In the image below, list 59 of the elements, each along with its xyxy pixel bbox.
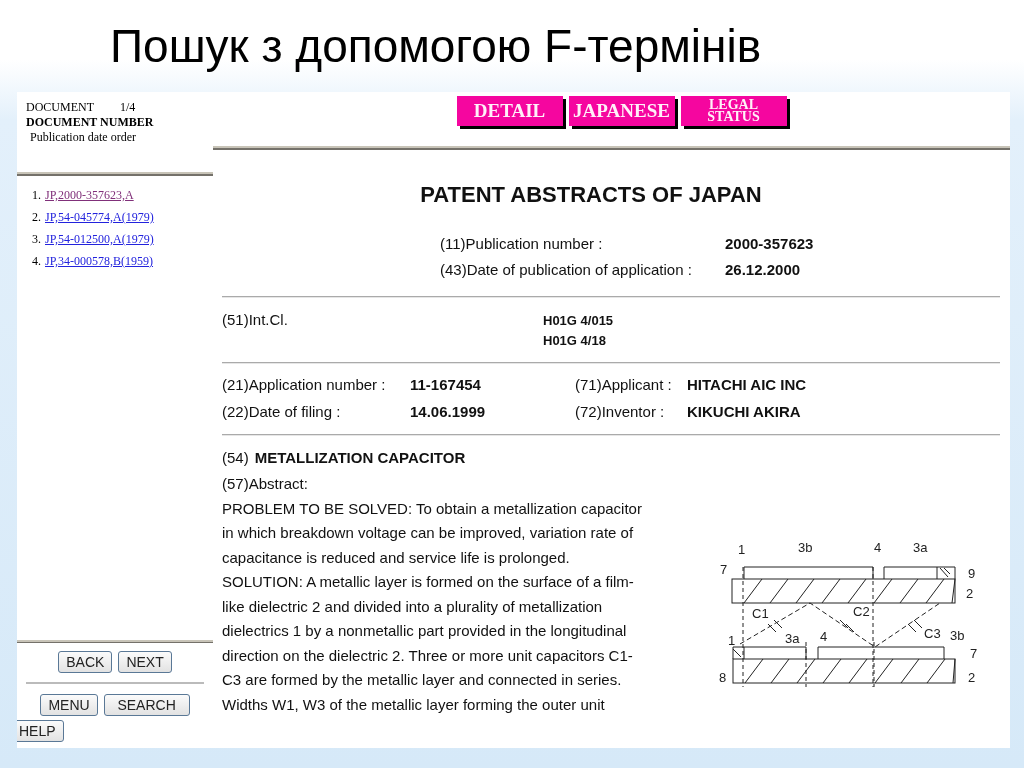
view-tab[interactable]: JAPANESE: [568, 96, 675, 126]
figure-label: 9: [968, 566, 976, 581]
field-label: (72)Inventor :: [575, 403, 666, 420]
sort-label: DOCUMENT NUMBER: [26, 115, 154, 130]
figure-label: 1: [728, 633, 736, 648]
figure-label: 1: [738, 542, 746, 557]
nav-button[interactable]: NEXT: [118, 651, 172, 673]
figure-label: C2: [853, 604, 870, 619]
figure-label: 7: [970, 646, 978, 661]
figure-label: 7: [720, 562, 728, 577]
figure-label: 2: [968, 670, 976, 685]
view-tab[interactable]: DETAIL: [456, 96, 563, 126]
field-label: (71)Applicant :: [575, 376, 673, 393]
field-value: 26.12.2000: [725, 261, 801, 278]
field-label: (11)Publication number :: [440, 235, 604, 252]
field-value: 14.06.1999: [410, 403, 486, 420]
field-value: KIKUCHI AKIRA: [687, 403, 801, 420]
figure-label: 4: [820, 629, 828, 644]
field-label: (51)Int.Cl.: [222, 311, 289, 330]
field-value: HITACHI AIC INC: [687, 376, 807, 393]
menu-button[interactable]: MENU: [40, 694, 98, 716]
abstract-paragraph: PROBLEM TO BE SOLVED: To obtain a metallization capacitor in which breakdown voltage can be improved, variation rate of capacitance is reduced and service life is prolonged.: [222, 498, 643, 568]
result-link[interactable]: JP,54-012500,A(1979): [45, 232, 154, 247]
slide-title: Пошук з допомогою F-термінів: [109, 19, 763, 74]
result-number: 2.: [32, 210, 41, 225]
document-count: 1/4: [120, 100, 136, 115]
figure-label: 3b: [798, 540, 813, 555]
document-heading: PATENT ABSTRACTS OF JAPAN: [419, 182, 763, 208]
field-label: (54): [222, 449, 249, 466]
result-number: 3.: [32, 232, 41, 247]
figure-label: C3: [924, 626, 941, 641]
sort-order: Publication date order: [29, 130, 136, 145]
classification-code: H01G 4/015: [543, 313, 614, 328]
result-link[interactable]: JP,54-045774,A(1979): [45, 210, 154, 225]
figure-label: 3b: [950, 628, 965, 643]
result-link[interactable]: JP,2000-357623,A: [45, 188, 134, 203]
result-link[interactable]: JP,34-000578,B(1959): [45, 254, 153, 269]
figure-label: 4: [874, 540, 882, 555]
result-number: 4.: [32, 254, 41, 269]
classification-code: H01G 4/18: [543, 333, 607, 348]
view-tab[interactable]: LEGAL STATUS: [680, 96, 787, 126]
figure-label: 3a: [913, 540, 928, 555]
figure-label: 8: [719, 670, 727, 685]
invention-title: METALLIZATION CAPACITOR: [254, 449, 466, 466]
nav-button[interactable]: BACK: [58, 651, 113, 673]
field-label: (43)Date of publication of application :: [440, 261, 693, 278]
menu-button[interactable]: SEARCH: [103, 694, 190, 716]
field-label: (22)Date of filing :: [222, 403, 342, 420]
abstract-paragraph: SOLUTION: A metallic layer is formed on the surface of a film- like dielectric 2 and divided into a plurality of metallization dielectrics 1 by a nonmetallic part provided in the longitudinal direction on the dielectric 2. Three or more unit capacitors C1- C3 are formed by the metallic layer and connected in series. Widths W1, W3 of the metallic layer forming the outer unit: [222, 572, 635, 715]
figure-label: 2: [966, 586, 974, 601]
figure-label: 3a: [785, 631, 800, 646]
abstract-label: (57)Abstract:: [222, 474, 309, 494]
result-number: 1.: [32, 188, 41, 203]
figure-label: C1: [752, 606, 769, 621]
field-value: 11-167454: [410, 376, 481, 393]
help-button[interactable]: HELP: [17, 720, 64, 742]
document-label: DOCUMENT: [26, 100, 95, 115]
field-value: 2000-357623: [725, 235, 814, 252]
field-label: (21)Application number :: [222, 376, 387, 393]
